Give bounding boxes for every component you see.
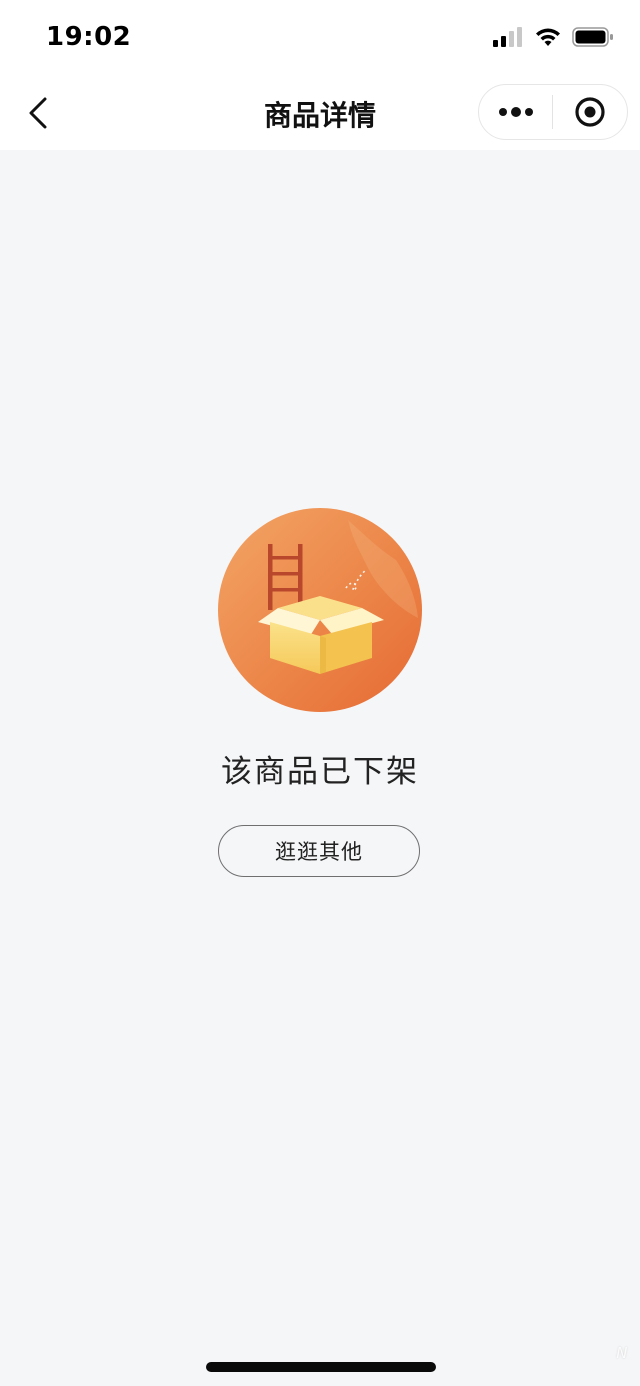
status-bar: 19:02 [0,0,640,76]
more-button[interactable] [479,85,552,139]
watermark: N [616,1344,628,1362]
signal-icon [492,26,524,52]
battery-icon [572,26,614,52]
nav-bar: 商品详情 [0,76,640,150]
screen: 19:02 商品详情 该商品已下架 逛逛其他 N [0,0,640,1386]
main-content: 该商品已下架 逛逛其他 [0,150,640,1386]
close-mini-program-button[interactable] [553,85,626,139]
mini-program-capsule [478,84,628,140]
more-dots-icon [498,107,533,117]
target-close-icon [574,97,605,127]
empty-box-ladder-icon [218,508,422,712]
browse-others-button[interactable]: 逛逛其他 [218,825,420,877]
home-indicator[interactable] [206,1362,436,1372]
status-time: 19:02 [46,22,132,52]
status-icons [492,26,614,52]
offline-message: 该商品已下架 [221,754,419,790]
wifi-icon [534,26,562,52]
